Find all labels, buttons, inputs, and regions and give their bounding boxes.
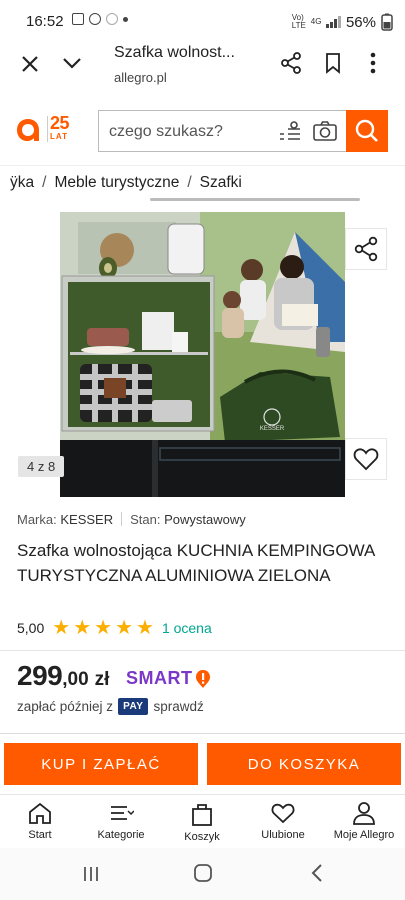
breadcrumb-item[interactable]: Szafki <box>200 174 242 192</box>
share-product-button[interactable] <box>345 228 387 270</box>
star-icon: ★ <box>115 617 133 639</box>
sync-notification-icon <box>106 13 118 25</box>
breadcrumb-item[interactable]: ÿka <box>10 174 34 192</box>
condition-value: Powystawowy <box>164 512 246 527</box>
menu-icon <box>111 806 134 820</box>
search-input[interactable]: czego szukasz? <box>109 123 223 141</box>
status-bar: 16:52 Vo) LTE 4G 56% <box>0 0 405 44</box>
star-icon: ★ <box>94 617 113 639</box>
more-notifications-icon <box>123 16 128 22</box>
nav-categories[interactable]: Kategorie <box>81 801 161 841</box>
system-navigation-bar <box>0 848 405 900</box>
add-to-cart-button[interactable]: DO KOSZYKA <box>207 743 401 785</box>
home-icon <box>29 802 51 824</box>
battery-level: 56% <box>345 13 376 31</box>
share-icon[interactable] <box>280 52 302 74</box>
browser-toolbar: Szafka wolnost... allegro.pl <box>0 44 405 94</box>
product-price: 299 ,00 zł <box>17 660 110 691</box>
product-meta: Marka: KESSER Stan: Powystawowy <box>17 512 246 527</box>
gallery-notification-icon <box>72 13 84 25</box>
recent-apps-icon[interactable] <box>82 865 100 883</box>
download-notification-icon <box>89 13 101 25</box>
bottom-navigation: Start Kategorie Koszyk Ulubione Moje All… <box>0 794 405 848</box>
product-gallery: KESSER 4 z 8 <box>0 208 405 500</box>
user-icon <box>353 802 375 825</box>
filter-list-icon[interactable] <box>279 120 301 142</box>
svg-text:KESSER: KESSER <box>260 426 285 432</box>
smart-badge[interactable]: SMART <box>126 668 211 689</box>
nav-start[interactable]: Start <box>0 801 80 841</box>
nav-my-allegro[interactable]: Moje Allegro <box>324 801 404 841</box>
search-icon <box>355 119 378 142</box>
star-icon: ★ <box>52 617 71 639</box>
product-rating[interactable]: 5,00 ★ ★ ★ ★ ★ 1 ocena <box>17 617 212 639</box>
pay-later-link[interactable]: sprawdź <box>153 699 203 714</box>
back-icon[interactable] <box>310 863 324 883</box>
status-time: 16:52 <box>26 13 64 30</box>
buy-now-button[interactable]: KUP I ZAPŁAĆ <box>4 743 198 785</box>
battery-icon <box>381 13 393 31</box>
browser-url[interactable]: allegro.pl <box>114 70 167 85</box>
share-icon <box>354 236 378 262</box>
pay-badge: PAY <box>118 698 149 715</box>
pay-later-row[interactable]: zapłać później z PAY sprawdź <box>17 698 204 715</box>
brand-link[interactable]: KESSER <box>60 512 113 527</box>
nav-cart[interactable]: Koszyk <box>162 801 242 843</box>
bookmark-icon[interactable] <box>325 52 341 74</box>
gallery-counter: 4 z 8 <box>18 456 65 477</box>
divider <box>0 650 405 651</box>
network-type: 4G <box>310 17 322 26</box>
home-button-icon[interactable] <box>193 863 213 883</box>
heart-icon <box>271 803 295 824</box>
more-options-icon[interactable] <box>370 52 376 74</box>
product-title: Szafka wolnostojąca KUCHNIA KEMPINGOWA T… <box>17 541 375 585</box>
signal-icon <box>326 16 341 28</box>
search-box[interactable]: czego szukasz? <box>98 110 346 152</box>
search-button[interactable] <box>346 110 388 152</box>
site-header: 25 LAT czego szukasz? <box>0 94 405 166</box>
breadcrumb-scroll-indicator <box>150 198 360 201</box>
rating-count-link[interactable]: 1 ocena <box>162 620 212 636</box>
divider <box>0 733 405 734</box>
close-icon[interactable] <box>20 54 40 74</box>
rating-score: 5,00 <box>17 620 45 636</box>
breadcrumb: ÿka / Meble turystyczne / Szafki <box>10 174 242 192</box>
anniversary-logo: 25 LAT <box>50 113 70 141</box>
nav-favorites[interactable]: Ulubione <box>243 801 323 841</box>
chevron-down-icon[interactable] <box>62 56 82 70</box>
favorite-button[interactable] <box>345 438 387 480</box>
allegro-logo-icon[interactable] <box>14 116 42 144</box>
shopping-bag-icon <box>192 804 212 826</box>
star-icon: ★ <box>136 617 154 639</box>
star-icon: ★ <box>73 617 92 639</box>
browser-page-title: Szafka wolnost... <box>114 44 235 61</box>
volte-icon: Vo) LTE <box>291 13 306 30</box>
smart-exclamation-icon <box>195 669 210 688</box>
heart-icon <box>353 448 379 471</box>
product-image[interactable]: KESSER <box>60 212 345 497</box>
camera-icon[interactable] <box>313 121 337 141</box>
breadcrumb-item[interactable]: Meble turystyczne <box>54 174 179 192</box>
